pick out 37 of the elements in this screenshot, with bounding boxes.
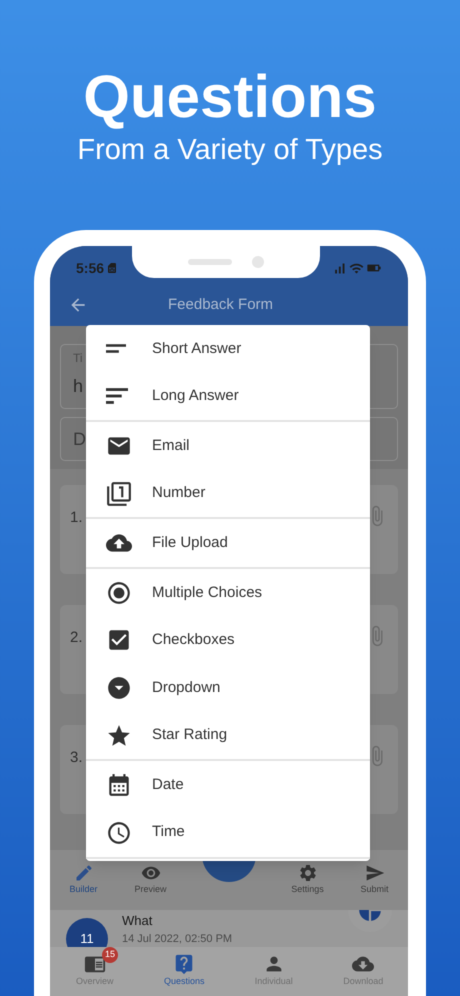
question-number: 3.	[70, 748, 83, 768]
long-text-icon	[106, 388, 128, 404]
number-icon	[106, 480, 132, 507]
menu-item[interactable]: Checkboxes	[86, 616, 370, 664]
menu-item[interactable]: Long Answer	[86, 372, 370, 420]
calendar-icon	[106, 772, 132, 798]
response-row[interactable]: 11 What 14 Jul 2022, 02:50 PM	[50, 910, 408, 947]
short-text-icon	[106, 344, 126, 354]
menu-item[interactable]: Dropdown	[86, 664, 370, 712]
menu-item[interactable]: Email	[86, 422, 370, 470]
status-time: 5:56	[76, 258, 104, 278]
clock-icon	[106, 820, 132, 846]
response-date: 14 Jul 2022, 02:50 PM	[122, 932, 232, 947]
title-field-value: h	[73, 375, 84, 398]
header-title: Feedback Form	[168, 294, 274, 315]
hero-subtitle: From a Variety of Types	[77, 133, 383, 168]
question-icon	[173, 953, 196, 975]
signal-icon	[332, 260, 347, 276]
response-title: What	[122, 913, 154, 929]
menu-item[interactable]: Time	[86, 808, 370, 857]
menu-item[interactable]: Star Rating	[86, 712, 370, 760]
dropdown-icon	[106, 674, 132, 701]
menu-item[interactable]: File Upload	[86, 519, 370, 567]
hero-title: Questions	[83, 64, 377, 130]
question-number: 1.	[70, 508, 83, 528]
radio-button-icon	[106, 580, 132, 606]
pencil-icon	[74, 863, 94, 884]
menu-item[interactable]: Short Answer	[86, 325, 370, 373]
sim-icon	[106, 262, 118, 274]
notification-badge: 15	[102, 947, 118, 963]
menu-item[interactable]: Multiple Choices	[86, 568, 370, 617]
menu-item[interactable]: Date	[86, 761, 370, 809]
menu-item[interactable]: Number	[86, 470, 370, 518]
question-number: 2.	[70, 628, 83, 648]
settings-icon	[298, 863, 318, 884]
response-count: 11	[66, 918, 108, 947]
send-icon	[364, 863, 384, 884]
